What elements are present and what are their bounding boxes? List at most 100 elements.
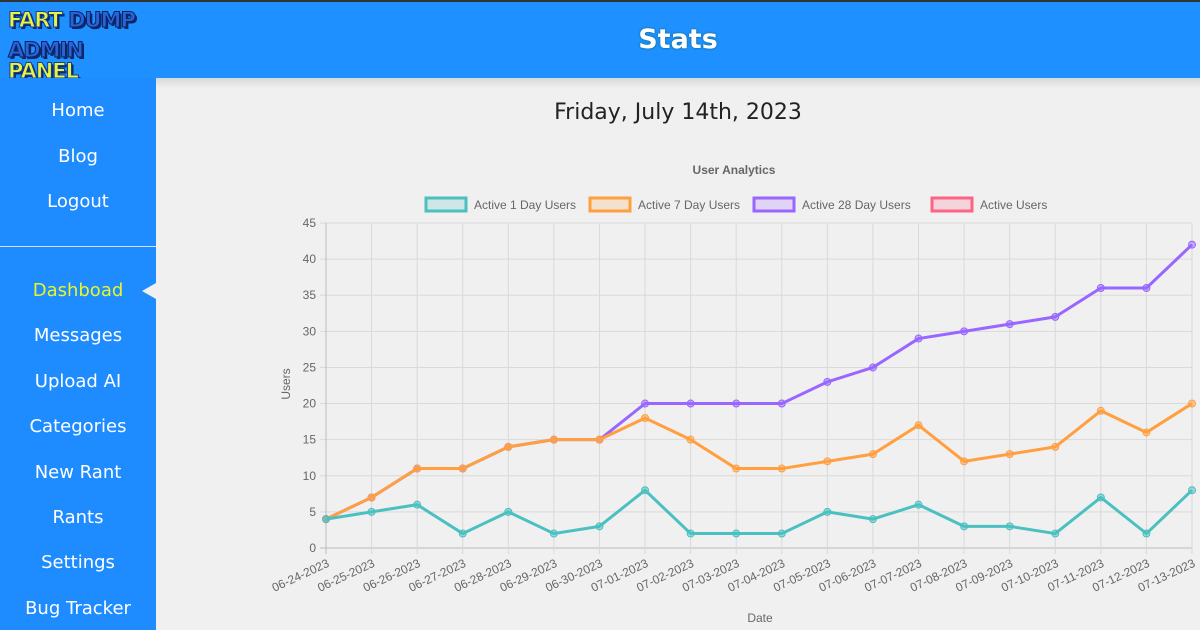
content-top-shadow xyxy=(156,78,1200,88)
data-point[interactable] xyxy=(1005,522,1014,531)
data-point[interactable] xyxy=(1188,240,1196,249)
data-point[interactable] xyxy=(960,327,969,336)
header-bar: FART DUMP ADMIN PANEL Stats xyxy=(0,2,1200,82)
data-point[interactable] xyxy=(777,529,786,538)
series-line xyxy=(325,402,1193,521)
data-point[interactable] xyxy=(1188,399,1196,408)
sidebar-item-bug-tracker[interactable]: Bug Tracker xyxy=(0,597,156,621)
series-line xyxy=(325,243,1194,521)
user-analytics-chart: User Analytics Active 1 Day Users Active … xyxy=(270,163,1198,625)
data-point[interactable] xyxy=(504,442,513,451)
legend-item[interactable]: Active 7 Day Users xyxy=(588,196,740,213)
data-point[interactable] xyxy=(1051,529,1060,538)
sidebar-item-messages[interactable]: Messages xyxy=(0,324,156,348)
data-point[interactable] xyxy=(823,377,832,386)
data-point[interactable] xyxy=(777,399,786,408)
data-point[interactable] xyxy=(823,507,832,516)
logo-line-1: FART DUMP xyxy=(8,8,137,32)
y-axis-label: Users xyxy=(279,368,293,399)
chart-grid xyxy=(320,222,1193,554)
data-point[interactable] xyxy=(413,500,422,509)
data-point[interactable] xyxy=(1142,428,1151,437)
sidebar-item-new-rant[interactable]: New Rant xyxy=(0,461,156,485)
data-point[interactable] xyxy=(914,334,923,343)
legend-swatch xyxy=(930,196,974,213)
data-point[interactable] xyxy=(1096,284,1105,292)
sidebar-item-categories[interactable]: Categories xyxy=(0,415,156,439)
data-point[interactable] xyxy=(641,486,650,495)
legend-label: Active 28 Day Users xyxy=(802,198,911,212)
data-point[interactable] xyxy=(595,435,604,444)
data-point[interactable] xyxy=(458,464,467,473)
data-point[interactable] xyxy=(868,515,877,524)
legend-label: Active 7 Day Users xyxy=(638,198,740,212)
legend-label: Active 1 Day Users xyxy=(474,198,576,212)
series-active-7-day-users xyxy=(322,399,1196,524)
legend-item[interactable]: Active 1 Day Users xyxy=(424,196,576,213)
sidebar-item-dashboard[interactable]: Dashboad xyxy=(0,279,156,303)
legend-swatch xyxy=(424,196,468,213)
data-point[interactable] xyxy=(595,522,604,531)
legend-item[interactable]: Active Users xyxy=(930,196,1047,213)
data-point[interactable] xyxy=(458,529,467,538)
data-point[interactable] xyxy=(868,450,877,459)
series-active-28-day-users xyxy=(322,240,1196,524)
sidebar-item-logout[interactable]: Logout xyxy=(0,190,156,214)
logo[interactable]: FART DUMP ADMIN PANEL xyxy=(4,6,154,82)
data-point[interactable] xyxy=(732,529,741,538)
chart-legend: Active 1 Day Users Active 7 Day Users Acti… xyxy=(424,196,1047,213)
data-point[interactable] xyxy=(641,414,650,422)
y-tick-label: 25 xyxy=(303,360,317,374)
data-point[interactable] xyxy=(960,457,969,466)
data-point[interactable] xyxy=(322,515,330,524)
data-point[interactable] xyxy=(732,399,741,408)
sidebar-item-upload-ai[interactable]: Upload AI xyxy=(0,370,156,394)
data-point[interactable] xyxy=(1005,450,1014,459)
data-point[interactable] xyxy=(367,507,376,516)
sidebar-item-home[interactable]: Home xyxy=(0,99,156,123)
data-point[interactable] xyxy=(641,399,650,408)
data-point[interactable] xyxy=(1051,442,1060,451)
sidebar-divider xyxy=(0,246,156,247)
legend-swatch xyxy=(588,196,632,213)
y-tick-label: 10 xyxy=(303,469,317,483)
data-point[interactable] xyxy=(367,493,376,502)
legend-item[interactable]: Active 28 Day Users xyxy=(752,196,911,213)
data-point[interactable] xyxy=(914,421,923,430)
data-point[interactable] xyxy=(549,529,558,538)
logo-word-dump: DUMP xyxy=(68,8,137,32)
data-point[interactable] xyxy=(1142,529,1151,538)
data-point[interactable] xyxy=(1051,312,1060,321)
sidebar-item-blog[interactable]: Blog xyxy=(0,145,156,169)
data-point[interactable] xyxy=(1005,320,1014,329)
data-point[interactable] xyxy=(777,464,786,473)
data-point[interactable] xyxy=(413,464,422,473)
data-point[interactable] xyxy=(1142,284,1151,292)
y-tick-label: 35 xyxy=(303,288,317,302)
chart-title: User Analytics xyxy=(693,163,776,177)
data-point[interactable] xyxy=(686,399,695,408)
data-point[interactable] xyxy=(914,500,923,509)
legend-swatch xyxy=(752,196,796,213)
data-point[interactable] xyxy=(686,435,695,444)
data-point[interactable] xyxy=(823,457,832,466)
logo-line-2: ADMIN PANEL xyxy=(7,39,154,82)
data-point[interactable] xyxy=(1096,493,1105,502)
y-tick-label: 30 xyxy=(303,324,317,338)
chart-series xyxy=(322,240,1196,538)
sidebar: Home Blog Logout Dashboad Messages Uploa… xyxy=(0,78,156,630)
data-point[interactable] xyxy=(732,464,741,473)
data-point[interactable] xyxy=(686,529,695,538)
y-tick-label: 20 xyxy=(303,397,317,411)
y-tick-label: 45 xyxy=(303,216,317,230)
data-point[interactable] xyxy=(504,507,513,516)
data-point[interactable] xyxy=(1188,486,1196,495)
page-title: Stats xyxy=(638,24,718,55)
sidebar-item-settings[interactable]: Settings xyxy=(0,551,156,575)
sidebar-item-rants[interactable]: Rants xyxy=(0,506,156,530)
data-point[interactable] xyxy=(868,363,877,372)
logo-word-fart: FART xyxy=(8,8,64,32)
data-point[interactable] xyxy=(1096,406,1105,415)
data-point[interactable] xyxy=(549,435,558,444)
data-point[interactable] xyxy=(960,522,969,531)
